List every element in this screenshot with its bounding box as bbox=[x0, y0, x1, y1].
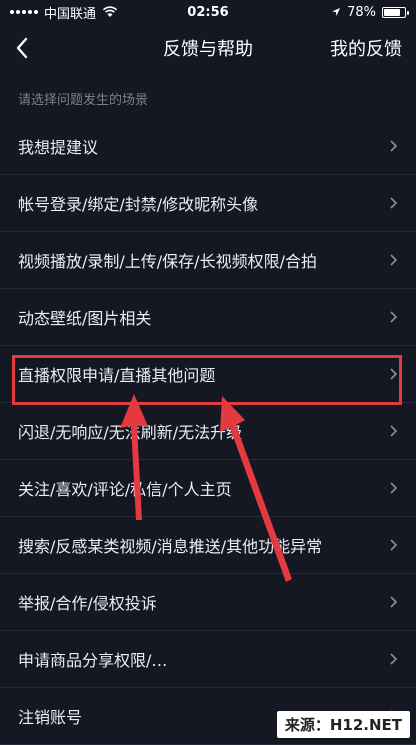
scene-list: 我想提建议帐号登录/绑定/封禁/修改昵称头像视频播放/录制/上传/保存/长视频权… bbox=[0, 118, 416, 745]
chevron-right-icon bbox=[390, 254, 398, 266]
list-item-label: 搜索/反感某类视频/消息推送/其他功能异常 bbox=[18, 537, 323, 556]
chevron-right-icon bbox=[390, 140, 398, 152]
list-item-label: 我想提建议 bbox=[18, 138, 99, 157]
chevron-right-icon bbox=[390, 311, 398, 323]
list-item[interactable]: 关注/喜欢/评论/私信/个人主页 bbox=[0, 460, 416, 517]
chevron-right-icon bbox=[390, 368, 398, 380]
status-right: 78% bbox=[331, 4, 409, 20]
list-item-label: 动态壁纸/图片相关 bbox=[18, 309, 152, 328]
list-item-label: 闪退/无响应/无法刷新/无法升级 bbox=[18, 423, 243, 442]
back-button[interactable] bbox=[0, 24, 44, 72]
list-item[interactable]: 动态壁纸/图片相关 bbox=[0, 289, 416, 346]
chevron-right-icon bbox=[390, 539, 398, 551]
list-item-label: 举报/合作/侵权投诉 bbox=[18, 594, 157, 613]
list-item-label: 视频播放/录制/上传/保存/长视频权限/合拍 bbox=[18, 252, 317, 271]
chevron-right-icon bbox=[390, 425, 398, 437]
chevron-right-icon bbox=[390, 482, 398, 494]
list-item-label: 申请商品分享权限/… bbox=[18, 651, 168, 670]
nav-bar: 反馈与帮助 我的反馈 bbox=[0, 24, 416, 73]
carrier-label: 中国联通 bbox=[44, 6, 97, 22]
battery-icon bbox=[382, 6, 409, 18]
signal-icon bbox=[10, 10, 38, 14]
chevron-right-icon bbox=[390, 197, 398, 209]
battery-percent: 78% bbox=[347, 4, 376, 20]
wifi-icon bbox=[102, 6, 118, 17]
watermark: 来源：H12.NET bbox=[276, 711, 410, 738]
list-item[interactable]: 申请商品分享权限/… bbox=[0, 631, 416, 688]
list-item-label: 直播权限申请/直播其他问题 bbox=[18, 366, 216, 385]
list-item[interactable]: 搜索/反感某类视频/消息推送/其他功能异常 bbox=[0, 517, 416, 574]
list-item[interactable]: 视频播放/录制/上传/保存/长视频权限/合拍 bbox=[0, 232, 416, 289]
my-feedback-button[interactable]: 我的反馈 bbox=[330, 35, 416, 61]
list-item[interactable]: 闪退/无响应/无法刷新/无法升级 bbox=[0, 403, 416, 460]
chevron-right-icon bbox=[390, 653, 398, 665]
section-hint: 请选择问题发生的场景 bbox=[18, 93, 149, 108]
list-item[interactable]: 直播权限申请/直播其他问题 bbox=[0, 346, 416, 403]
list-item[interactable]: 我想提建议 bbox=[0, 118, 416, 175]
list-item[interactable]: 举报/合作/侵权投诉 bbox=[0, 574, 416, 631]
chevron-right-icon bbox=[390, 596, 398, 608]
list-item[interactable]: 帐号登录/绑定/封禁/修改昵称头像 bbox=[0, 175, 416, 232]
location-icon bbox=[332, 8, 341, 16]
status-bar: 中国联通 02:56 78% bbox=[0, 0, 416, 24]
list-item-label: 帐号登录/绑定/封禁/修改昵称头像 bbox=[18, 195, 259, 214]
status-left: 中国联通 bbox=[10, 3, 118, 22]
back-arrow-icon bbox=[16, 37, 28, 59]
list-item-label: 关注/喜欢/评论/私信/个人主页 bbox=[18, 480, 232, 499]
